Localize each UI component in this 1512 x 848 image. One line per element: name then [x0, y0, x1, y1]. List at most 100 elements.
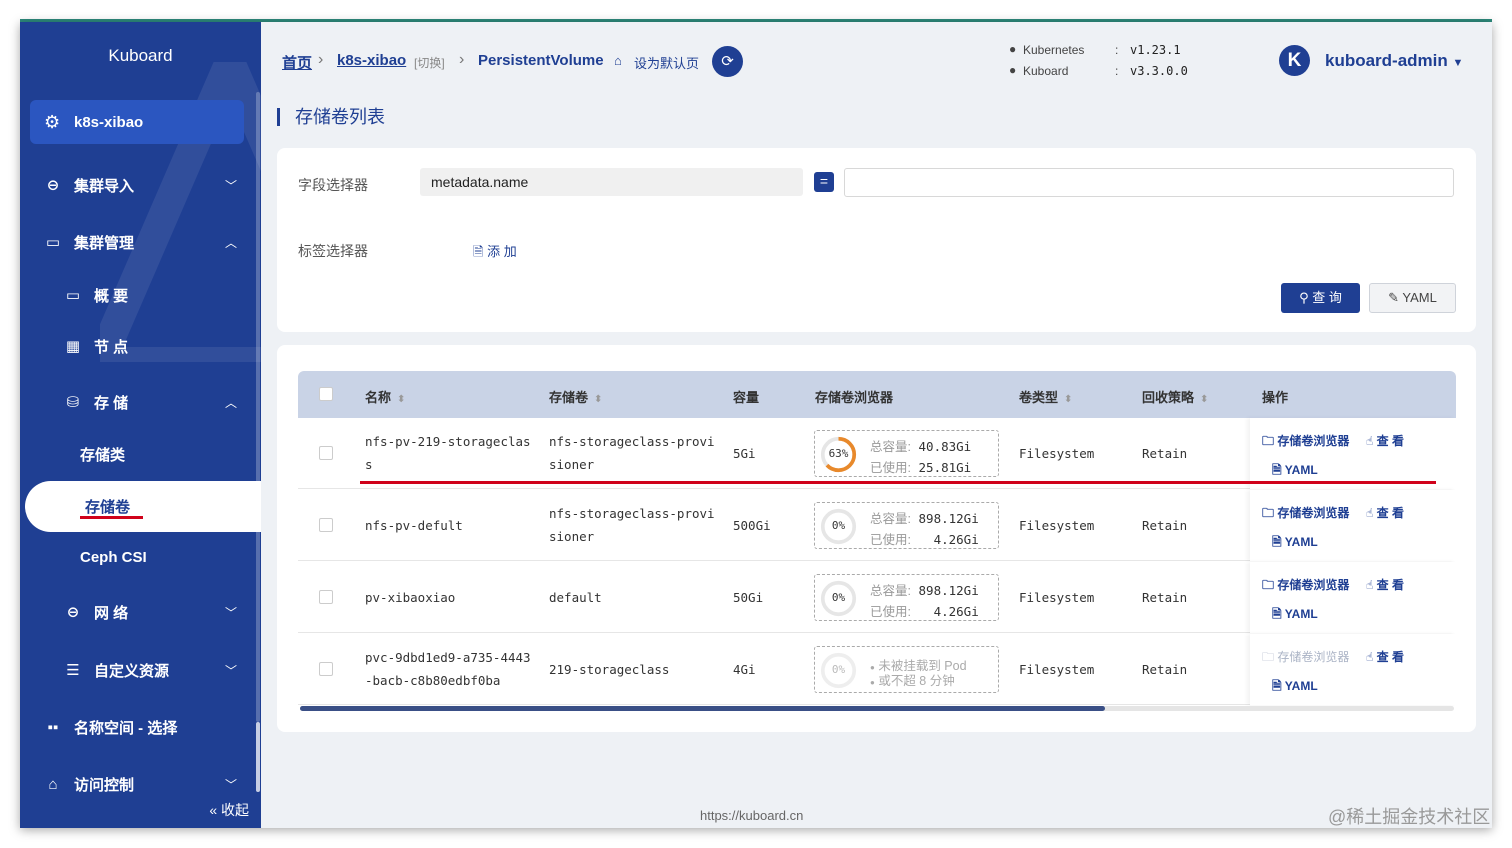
sort-icon: ⬍: [1064, 394, 1073, 405]
sort-icon: ⬍: [1200, 394, 1209, 405]
sidebar-item-cluster-import[interactable]: ⊖ 集群导入 ﹀: [20, 165, 261, 205]
row-actions: 🗀 存储卷浏览器 ☝ 查 看 🗎 YAML: [1250, 634, 1456, 705]
yaml-link[interactable]: 🗎 YAML: [1272, 605, 1318, 626]
col-header-browser: 存储卷浏览器: [815, 390, 894, 405]
pv-storageclass: default: [549, 590, 602, 605]
browser-button-disabled: 🗀 存储卷浏览器: [1262, 650, 1350, 664]
pv-storageclass: nfs-storageclass-provi sioner: [549, 434, 715, 472]
avatar[interactable]: K: [1279, 45, 1310, 76]
app-logo[interactable]: Kuboard: [20, 46, 261, 66]
chevron-up-icon: ︿: [224, 235, 237, 250]
field-name-input[interactable]: metadata.name: [420, 168, 803, 196]
user-menu[interactable]: kuboard-admin ▼: [1325, 51, 1463, 71]
sidebar-item-label: 名称空间 - 选择: [74, 719, 178, 737]
pv-name[interactable]: pvc-9dbd1ed9-a735-4443 -bacb-c8b80edbf0ba: [365, 646, 531, 692]
col-header-storageclass[interactable]: 存储卷 ⬍: [549, 387, 602, 406]
file-icon: 🗎: [1272, 535, 1282, 549]
yaml-link[interactable]: 🗎 YAML: [1272, 533, 1318, 554]
sidebar-item-label: 存 储: [94, 394, 129, 412]
pv-name[interactable]: pv-xibaoxiao: [365, 586, 455, 609]
home-icon[interactable]: ⌂: [614, 53, 622, 68]
folder-icon: 🗀: [1262, 650, 1275, 664]
add-label-button[interactable]: 🗎 添 加: [473, 241, 517, 265]
colon: :: [1115, 64, 1119, 78]
pv-name[interactable]: nfs-pv-defult: [365, 514, 463, 537]
select-all-checkbox[interactable]: [319, 387, 333, 401]
sidebar-item-cluster-manage[interactable]: ▭ 集群管理 ︿: [20, 222, 261, 262]
pv-volume-mode: Filesystem: [1019, 446, 1095, 461]
row-checkbox[interactable]: [319, 518, 333, 532]
horizontal-scrollbar-thumb[interactable]: [300, 706, 1105, 711]
row-checkbox[interactable]: [319, 446, 333, 460]
breadcrumb-cluster[interactable]: k8s-xibao: [337, 52, 406, 69]
col-header-name[interactable]: 名称 ⬍: [365, 387, 405, 406]
chevron-down-icon: ﹀: [224, 663, 237, 678]
sidebar-item-nodes[interactable]: ▦ 节 点: [20, 326, 261, 366]
sort-icon: ⬍: [397, 394, 406, 405]
col-header-capacity: 容量: [733, 390, 760, 405]
apps-icon: ▪▪: [47, 718, 59, 736]
sidebar-item-label: 集群管理: [74, 234, 135, 252]
header: 首页 › k8s-xibao [切换] › PersistentVolume ⌂…: [261, 22, 1492, 102]
sidebar-item-overview[interactable]: ▭ 概 要: [20, 275, 261, 315]
browser-button[interactable]: 🗀 存储卷浏览器: [1262, 432, 1349, 453]
switch-cluster-link[interactable]: [切换]: [414, 54, 445, 71]
file-add-icon: 🗎: [473, 244, 484, 259]
col-header-reclaim[interactable]: 回收策略 ⬍: [1142, 387, 1208, 406]
view-button[interactable]: ☝ 查 看: [1366, 576, 1404, 593]
row-checkbox[interactable]: [319, 590, 333, 604]
view-button[interactable]: ☝ 查 看: [1366, 504, 1404, 521]
database-icon: ⛁: [66, 394, 80, 411]
browser-button[interactable]: 🗀 存储卷浏览器: [1262, 504, 1349, 525]
view-button[interactable]: ☝ 查 看: [1366, 648, 1404, 665]
file-icon: 🗎: [1272, 463, 1282, 477]
sidebar-item-crd[interactable]: ☰ 自定义资源 ﹀: [20, 650, 261, 690]
yaml-button[interactable]: ✎ YAML: [1369, 283, 1456, 313]
yaml-link[interactable]: 🗎 YAML: [1272, 461, 1318, 482]
breadcrumb-home[interactable]: 首页: [282, 52, 312, 73]
sidebar-item-pv-active[interactable]: [25, 481, 261, 532]
table-row: nfs-pv-defult nfs-storageclass-provi sion…: [298, 490, 1456, 561]
chevron-down-icon: ﹀: [224, 605, 237, 620]
sidebar-item-label: 概 要: [94, 287, 129, 305]
query-button[interactable]: ⚲ 查 询: [1281, 283, 1360, 313]
operator-button[interactable]: =: [814, 172, 834, 192]
breadcrumb-current: PersistentVolume: [478, 52, 604, 69]
sidebar-item-network[interactable]: ⊖ 网 络 ﹀: [20, 592, 261, 632]
pv-reclaim-policy: Retain: [1142, 590, 1188, 605]
usage-widget[interactable]: 0% 总容量: 898.12Gi 已使用: 4.26Gi: [814, 574, 999, 621]
sidebar-scrollbar-thumb[interactable]: [256, 722, 260, 792]
usage-widget[interactable]: 0% 总容量: 898.12Gi 已使用: 4.26Gi: [814, 502, 999, 549]
sidebar-item-label-active: 存储卷: [85, 499, 131, 516]
add-label-text: 添 加: [487, 244, 517, 259]
edit-icon: ✎: [1388, 290, 1400, 305]
col-header-label: 存储卷: [549, 390, 589, 405]
query-label: 查 询: [1312, 290, 1342, 305]
folder-icon: 🗀: [1262, 434, 1275, 448]
browser-button[interactable]: 🗀 存储卷浏览器: [1262, 576, 1349, 597]
sidebar-item-storageclass[interactable]: 存储类: [20, 434, 261, 474]
sidebar-item-ceph-csi[interactable]: Ceph CSI: [20, 537, 261, 577]
collapse-sidebar-button[interactable]: « 收起: [209, 800, 249, 820]
cluster-selector[interactable]: ⚙ k8s-xibao: [30, 100, 244, 144]
sidebar-item-access-control[interactable]: ⌂ 访问控制 ﹀: [20, 764, 261, 804]
sidebar-item-namespace[interactable]: ▪▪ 名称空间 - 选择: [20, 707, 261, 747]
k8s-version-label: Kubernetes: [1023, 43, 1085, 57]
total-capacity: 总容量: 40.83Gi: [870, 439, 972, 454]
set-default-link[interactable]: 设为默认页: [634, 53, 699, 72]
field-value-input[interactable]: [844, 168, 1454, 197]
row-actions: 🗀 存储卷浏览器 ☝ 查 看 🗎 YAML: [1250, 562, 1456, 633]
refresh-button[interactable]: ⟳: [712, 46, 743, 77]
col-header-volume-mode[interactable]: 卷类型 ⬍: [1019, 387, 1072, 406]
view-button[interactable]: ☝ 查 看: [1366, 432, 1404, 449]
pv-name[interactable]: nfs-pv-219-storageclas s: [365, 430, 531, 476]
yaml-link[interactable]: 🗎 YAML: [1272, 677, 1318, 698]
sidebar-item-storage[interactable]: ⛁ 存 储 ︿: [20, 382, 261, 422]
row-checkbox[interactable]: [319, 662, 333, 676]
footer-url[interactable]: https://kuboard.cn: [700, 808, 803, 823]
sidebar-scrollbar-track[interactable]: [256, 92, 260, 722]
usage-widget[interactable]: 63% 总容量: 40.83Gi 已使用: 25.81Gi: [814, 430, 999, 477]
hand-icon: ☝: [1366, 578, 1374, 592]
monitor-icon: ▭: [65, 287, 81, 304]
usage-percent: 0%: [831, 519, 846, 532]
